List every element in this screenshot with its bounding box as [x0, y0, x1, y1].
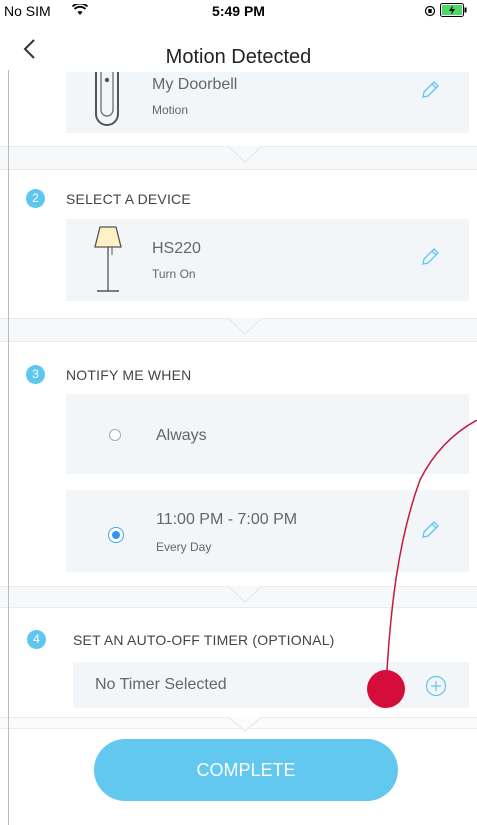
edit-pencil-icon[interactable] — [420, 80, 440, 100]
device-name: HS220 — [152, 240, 201, 257]
clock: 5:49 PM — [212, 3, 265, 19]
step-number-2: 2 — [26, 189, 45, 208]
annotation-pointer — [385, 420, 477, 689]
step-number-3: 3 — [26, 365, 45, 384]
doorbell-icon — [95, 72, 119, 126]
divider-arrow — [228, 318, 262, 335]
edit-pencil-icon[interactable] — [420, 247, 440, 267]
divider-arrow — [228, 146, 262, 163]
trigger-sub: Motion — [152, 103, 189, 117]
option-always-label: Always — [156, 427, 207, 444]
trigger-name: My Doorbell — [152, 76, 238, 93]
status-bar: No SIM 5:49 PM — [0, 0, 477, 22]
step-3-title: NOTIFY ME WHEN — [66, 367, 192, 383]
complete-button[interactable]: COMPLETE — [94, 739, 398, 801]
trigger-card[interactable]: My Doorbell Motion — [66, 72, 469, 133]
option-schedule-label: 11:00 PM - 7:00 PM — [156, 511, 298, 528]
timer-value: No Timer Selected — [95, 676, 227, 693]
page-title: Motion Detected — [165, 46, 312, 68]
step-2-title: SELECT A DEVICE — [66, 191, 191, 207]
battery-icon — [440, 3, 467, 17]
radio-selected[interactable] — [109, 528, 123, 542]
divider-arrow — [228, 717, 262, 732]
device-card[interactable]: HS220 Turn On — [66, 219, 469, 301]
device-action: Turn On — [152, 267, 196, 281]
option-schedule-sub: Every Day — [156, 540, 212, 554]
lamp-icon — [94, 226, 122, 292]
orientation-lock-icon — [424, 5, 436, 17]
divider-arrow — [228, 586, 262, 603]
radio-unselected[interactable] — [109, 429, 121, 441]
step-number-4: 4 — [27, 630, 46, 649]
edge-line — [8, 70, 9, 825]
annotation-dot — [367, 670, 405, 708]
step-4-title: SET AN AUTO-OFF TIMER (OPTIONAL) — [73, 632, 335, 648]
